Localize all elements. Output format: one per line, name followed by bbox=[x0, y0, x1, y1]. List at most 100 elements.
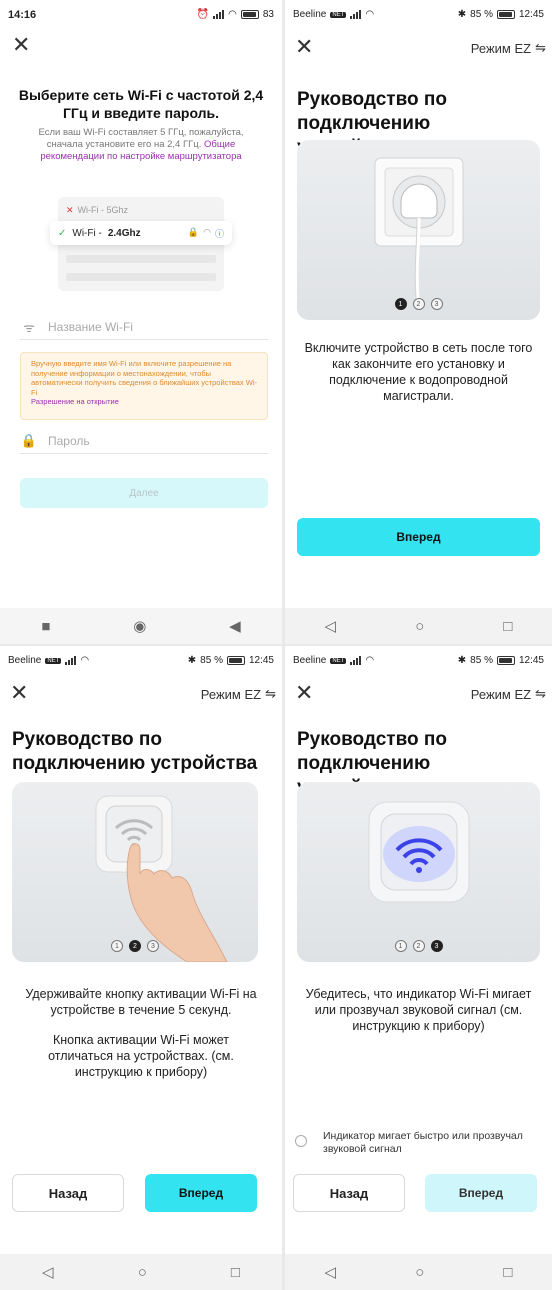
signal-icon bbox=[350, 656, 362, 665]
status-bar: 14:16 ⏰ ◠ 83 bbox=[0, 0, 282, 30]
back-button[interactable]: Назад bbox=[12, 1174, 124, 1212]
guide-step2-screen: Beeline NET ◠ ✱ 85 % 12:45 ✕ Режим EZ ⇋ … bbox=[0, 646, 282, 1290]
signal-icon bbox=[213, 10, 225, 19]
network-badge: NET bbox=[330, 657, 347, 664]
close-icon[interactable]: ✕ bbox=[295, 682, 313, 704]
wifi-status-icon: ◠ bbox=[365, 655, 375, 666]
recents-button[interactable]: □ bbox=[231, 1264, 240, 1281]
socket-image bbox=[374, 157, 464, 311]
battery-icon bbox=[496, 10, 515, 19]
wifi-status-icon: ◠ bbox=[365, 9, 375, 20]
step-dot-3: 3 bbox=[430, 940, 443, 952]
indicator-illustration: 1 2 3 bbox=[297, 782, 540, 962]
wifi-status-icon: ◠ bbox=[80, 655, 90, 666]
wifi-name-field[interactable]: ᯤ Название Wi-Fi bbox=[20, 314, 268, 340]
back-button[interactable]: Назад bbox=[293, 1174, 405, 1212]
page-title: Руководство по подключению устройства bbox=[12, 729, 258, 774]
step-dot-3: 3 bbox=[430, 298, 443, 310]
ez-mode-switch[interactable]: Режим EZ ⇋ bbox=[201, 686, 276, 702]
carrier-name: Beeline bbox=[293, 655, 327, 666]
status-bar: Beeline NET ◠ ✱ 85 % 12:45 bbox=[285, 0, 552, 30]
step-dot-1: 1 bbox=[394, 940, 407, 952]
guide-step3-screen: Beeline NET ◠ ✱ 85 % 12:45 ✕ Режим EZ ⇋ … bbox=[285, 646, 552, 1290]
recents-button[interactable]: □ bbox=[503, 618, 512, 635]
status-time: 12:45 bbox=[248, 655, 274, 666]
ez-mode-label: Режим EZ bbox=[200, 686, 262, 702]
next-button[interactable]: Вперед bbox=[297, 518, 540, 556]
home-button[interactable]: ○ bbox=[138, 1264, 147, 1281]
battery-level: 85 % bbox=[470, 655, 493, 666]
step-dot-3: 3 bbox=[147, 940, 159, 952]
step-note: Кнопка активации Wi-Fi может отличаться … bbox=[48, 1033, 234, 1079]
press-button-image bbox=[95, 795, 228, 962]
system-nav-bar: ◁ ○ □ bbox=[285, 608, 552, 644]
status-bar: Beeline NET ◠ ✱ 85 % 12:45 bbox=[0, 646, 282, 676]
step-indicator: 1 2 3 bbox=[12, 940, 258, 952]
wifi-24-prefix: Wi-Fi - bbox=[72, 227, 102, 239]
wifi-setup-screen: 14:16 ⏰ ◠ 83 ✕ Выберите сеть Wi-Fi с час… bbox=[0, 0, 282, 644]
battery-level: 85 % bbox=[470, 9, 493, 20]
close-icon[interactable]: ✕ bbox=[12, 34, 30, 56]
confirm-label[interactable]: Индикатор мигает быстро или прозвучал зв… bbox=[323, 1130, 532, 1156]
recents-button[interactable]: ■ bbox=[41, 618, 50, 635]
swap-icon: ⇋ bbox=[535, 40, 546, 55]
permission-link[interactable]: Разрешение на открытие bbox=[31, 397, 119, 406]
battery-level: 83 bbox=[262, 9, 274, 20]
check-icon: ✓ bbox=[58, 227, 67, 239]
close-icon[interactable]: ✕ bbox=[295, 36, 313, 58]
recents-button[interactable]: □ bbox=[503, 1264, 512, 1281]
ez-mode-label: Режим EZ bbox=[470, 40, 532, 56]
step-dot-2: 2 bbox=[129, 940, 141, 952]
placeholder-row bbox=[66, 255, 216, 263]
back-nav-button[interactable]: ◁ bbox=[325, 617, 337, 635]
confirm-radio[interactable] bbox=[295, 1135, 307, 1147]
swap-icon: ⇋ bbox=[535, 686, 546, 701]
alarm-icon: ⏰ bbox=[196, 9, 210, 20]
step-indicator: 1 2 3 bbox=[297, 298, 540, 310]
status-time: 12:45 bbox=[518, 9, 544, 20]
system-nav-bar: ■ ◉ ◀ bbox=[0, 608, 282, 644]
battery-icon bbox=[240, 10, 259, 19]
back-nav-button[interactable]: ◁ bbox=[42, 1263, 54, 1281]
status-bar: Beeline NET ◠ ✱ 85 % 12:45 bbox=[285, 646, 552, 676]
back-nav-button[interactable]: ◀ bbox=[229, 617, 241, 635]
next-button[interactable]: Вперед bbox=[145, 1174, 257, 1212]
wifi-illustration: ✕ Wi-Fi - 5Ghz ✓ Wi-Fi - 2.4Ghz 🔒 ◠ ⓘ bbox=[50, 197, 232, 291]
next-button[interactable]: Далее bbox=[20, 478, 268, 508]
next-button[interactable]: Вперед bbox=[425, 1174, 537, 1212]
signal-icon bbox=[350, 10, 362, 19]
bluetooth-icon: ✱ bbox=[187, 655, 197, 666]
ez-mode-label: Режим EZ bbox=[470, 686, 532, 702]
wifi-icon: ᯤ bbox=[23, 319, 35, 335]
bluetooth-icon: ✱ bbox=[457, 9, 467, 20]
wifi-5ghz-label: Wi-Fi - 5Ghz bbox=[77, 205, 129, 215]
ez-mode-switch[interactable]: Режим EZ ⇋ bbox=[471, 40, 546, 56]
swap-icon: ⇋ bbox=[265, 686, 276, 701]
home-button[interactable]: ◉ bbox=[133, 617, 146, 635]
guide-step1-screen: Beeline NET ◠ ✱ 85 % 12:45 ✕ Режим EZ ⇋ … bbox=[285, 0, 552, 644]
system-nav-bar: ◁ ○ □ bbox=[285, 1254, 552, 1290]
step-dot-2: 2 bbox=[412, 298, 425, 310]
wifi-name-placeholder: Название Wi-Fi bbox=[48, 319, 133, 334]
wifi-24ghz-row: ✓ Wi-Fi - 2.4Ghz 🔒 ◠ ⓘ bbox=[50, 221, 232, 245]
ez-mode-switch[interactable]: Режим EZ ⇋ bbox=[471, 686, 546, 702]
page-subtitle: Если ваш Wi-Fi составляет 5 ГГц, пожалуй… bbox=[20, 127, 262, 163]
home-button[interactable]: ○ bbox=[415, 1264, 424, 1281]
step-dot-2: 2 bbox=[412, 940, 425, 952]
button-press-illustration: 1 2 3 bbox=[12, 782, 258, 962]
step-description: Включите устройство в сеть после того ка… bbox=[304, 341, 533, 403]
signal-icon bbox=[65, 656, 77, 665]
carrier-name: Beeline bbox=[293, 9, 327, 20]
status-time: 14:16 bbox=[8, 9, 37, 21]
password-field[interactable]: 🔒 Пароль bbox=[20, 428, 268, 454]
wifi-indicator-image bbox=[368, 801, 470, 903]
battery-icon bbox=[226, 656, 245, 665]
close-icon[interactable]: ✕ bbox=[10, 682, 28, 704]
network-badge: NET bbox=[45, 657, 62, 664]
step-dot-1: 1 bbox=[394, 298, 407, 310]
bluetooth-icon: ✱ bbox=[457, 655, 467, 666]
home-button[interactable]: ○ bbox=[415, 618, 424, 635]
back-nav-button[interactable]: ◁ bbox=[325, 1263, 337, 1281]
wifi-icon: ◠ bbox=[203, 226, 211, 237]
status-time: 12:45 bbox=[518, 655, 544, 666]
